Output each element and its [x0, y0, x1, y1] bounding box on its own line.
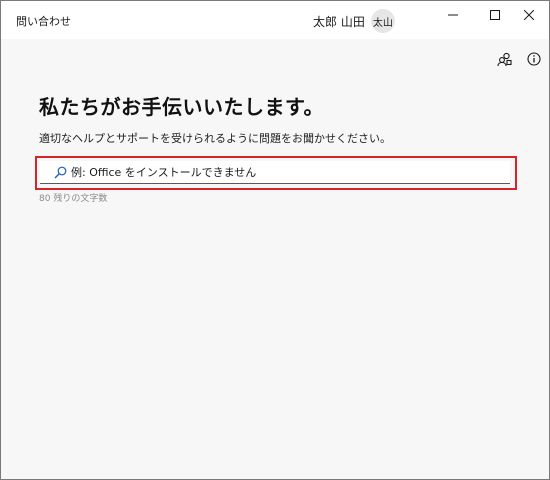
community-icon	[496, 52, 512, 66]
avatar[interactable]: 太山	[370, 9, 395, 33]
user-account[interactable]: 太郎 山田 太山	[313, 9, 395, 33]
maximize-icon	[490, 10, 500, 20]
page-subheading: 適切なヘルプとサポートを受けられるように問題をお聞かせください。	[39, 132, 391, 145]
app-title: 問い合わせ	[16, 15, 71, 28]
title-bar[interactable]: 問い合わせ 太郎 山田 太山	[1, 1, 549, 39]
avatar-initials: 太山	[372, 17, 393, 29]
search-highlight-frame	[35, 156, 517, 190]
user-name: 太郎 山田	[313, 14, 365, 29]
close-button[interactable]	[509, 1, 549, 29]
info-button[interactable]	[523, 48, 545, 70]
search-box[interactable]	[40, 161, 510, 184]
app-window: 問い合わせ 太郎 山田 太山 私たちがお手伝いいたします。 適切なヘルプとサポー…	[0, 0, 550, 480]
close-icon	[524, 10, 534, 20]
search-icon	[54, 166, 67, 179]
minimize-icon	[448, 14, 458, 16]
char-counter: 80 残りの文字数	[39, 194, 108, 204]
page-heading: 私たちがお手伝いいたします。	[39, 95, 324, 119]
minimize-button[interactable]	[433, 1, 473, 29]
community-button[interactable]	[493, 48, 515, 70]
search-input[interactable]	[71, 165, 491, 179]
info-icon	[527, 52, 541, 66]
